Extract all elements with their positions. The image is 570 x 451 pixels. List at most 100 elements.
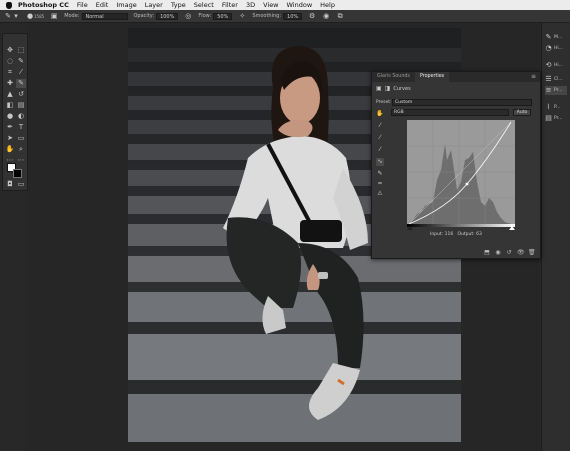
smooth-curve-icon[interactable]: ≈ — [376, 180, 384, 188]
menu-window[interactable]: Window — [287, 0, 313, 10]
visibility-icon[interactable]: 👁 — [517, 249, 525, 256]
clipping-warning-icon[interactable]: ⚠ — [376, 190, 384, 198]
mode-dropdown[interactable]: Normal — [81, 12, 128, 20]
curve-point[interactable] — [465, 182, 469, 186]
menu-image[interactable]: Image — [116, 0, 136, 10]
gradient-tool-icon[interactable]: ▤ — [16, 101, 26, 110]
preset-label: Preset: — [376, 100, 392, 105]
smoothing-options[interactable]: ⚙ — [308, 12, 316, 20]
crop-tool-icon[interactable]: ⌗ — [5, 68, 15, 77]
dock-item-3[interactable]: ⟲ Hi... — [545, 61, 567, 70]
apple-icon[interactable] — [6, 1, 12, 9]
smoothing-field[interactable]: 10% — [283, 12, 303, 20]
dock-item-6[interactable]: ⌇ P... — [545, 103, 567, 112]
panel-tabs: Glaris Sounds Properties ≡ — [372, 72, 540, 82]
panel-footer: ⬒ ◉ ↺ 👁 🗑 — [372, 247, 540, 258]
dock-item-1[interactable]: ✎ M... — [545, 33, 567, 42]
menu-3d[interactable]: 3D — [246, 0, 255, 10]
healing-tool-icon[interactable]: ✚ — [5, 79, 15, 88]
menu-type[interactable]: Type — [171, 0, 186, 10]
input-label: Input: — [430, 232, 444, 237]
menu-file[interactable]: File — [77, 0, 88, 10]
edit-toolbar-icon[interactable]: ⋯ — [16, 156, 26, 165]
curve-points-icon[interactable]: ∿ — [376, 158, 384, 166]
brush-panel-icon: ▣ — [50, 12, 58, 20]
clip-to-layer-icon[interactable]: ⬒ — [484, 249, 490, 256]
type-tool-icon[interactable]: T — [16, 123, 26, 132]
dock-item-7[interactable]: ▤ Pr... — [545, 114, 567, 123]
brush-size-value: 1585 — [34, 13, 45, 19]
tab-glaris-sounds[interactable]: Glaris Sounds — [372, 72, 415, 82]
move-tool-icon[interactable]: ✥ — [5, 46, 15, 55]
menu-edit[interactable]: Edit — [96, 0, 109, 10]
zoom-tool-icon[interactable]: ⌕ — [16, 145, 26, 154]
brush-size-picker[interactable]: ● 1585 — [26, 12, 44, 20]
eyedropper-tool-icon[interactable]: ⁄ — [16, 68, 26, 77]
pencil-draw-icon[interactable]: ✎ — [376, 170, 384, 178]
dock-item-label: Pr... — [554, 88, 563, 93]
history-icon: ⟲ — [545, 61, 552, 69]
view-previous-icon[interactable]: ◉ — [495, 249, 501, 256]
quick-select-icon[interactable]: ✎ — [16, 57, 26, 66]
tool-preset-picker[interactable]: ✎ ▾ — [4, 12, 20, 20]
channel-dropdown[interactable]: RGB — [391, 109, 509, 116]
panel-header: ▣ ◨ Curves — [376, 85, 411, 92]
quick-mask-icon[interactable]: ◘ — [5, 180, 15, 189]
dodge-tool-icon[interactable]: ◐ — [16, 112, 26, 121]
brush-panel-toggle[interactable]: ▣ — [50, 12, 58, 20]
gray-point-eyedropper-icon[interactable]: ⁄ — [376, 134, 384, 142]
pressure-opacity-toggle[interactable]: ◎ — [184, 12, 192, 20]
brush-icon: ✎ — [5, 12, 11, 20]
background-color-swatch[interactable] — [13, 169, 22, 178]
dock-item-4[interactable]: ☰ Cl... — [545, 75, 567, 84]
screen-mode-icon[interactable]: ▭ — [16, 180, 26, 189]
dock-item-label: Pr... — [554, 116, 563, 121]
menu-view[interactable]: View — [263, 0, 278, 10]
dock-item-label: Hi... — [554, 63, 563, 68]
white-point-eyedropper-icon[interactable]: ⁄ — [376, 146, 384, 154]
shape-tool-icon[interactable]: ▭ — [16, 134, 26, 143]
curves-graph[interactable] — [407, 120, 515, 230]
pressure-size-toggle[interactable]: ◉ — [322, 12, 330, 20]
marquee-tool-icon[interactable]: ⬚ — [16, 46, 26, 55]
black-point-eyedropper-icon[interactable]: ⁄ — [376, 122, 384, 130]
preset-dropdown[interactable]: Custom — [392, 99, 532, 106]
mode-label: Mode: — [64, 13, 80, 19]
lasso-tool-icon[interactable]: ◌ — [5, 57, 15, 66]
gradient-strip — [407, 224, 515, 227]
targeted-adjust-icon[interactable]: ✋ — [376, 110, 384, 118]
layer-mask-icon: ◨ — [384, 85, 391, 92]
hand-tool-icon[interactable]: ✋ — [5, 145, 15, 154]
dock-item-5[interactable]: ≡ Pr... — [545, 86, 567, 95]
panel-menu-icon[interactable]: ≡ — [531, 73, 536, 80]
pen-tool-icon[interactable]: ✒ — [5, 123, 15, 132]
auto-button[interactable]: Auto — [513, 109, 531, 116]
menu-select[interactable]: Select — [194, 0, 214, 10]
menu-filter[interactable]: Filter — [222, 0, 238, 10]
path-select-icon[interactable]: ➤ — [5, 134, 15, 143]
dock-item-2[interactable]: ◔ Hi... — [545, 44, 567, 53]
menu-help[interactable]: Help — [320, 0, 335, 10]
airbrush-toggle[interactable]: ✧ — [238, 12, 246, 20]
tab-properties[interactable]: Properties — [414, 72, 450, 82]
symmetry-icon: ⧉ — [337, 12, 343, 20]
input-output-readout: Input: 116 Output: 63 — [430, 232, 482, 237]
blur-tool-icon[interactable]: ● — [5, 112, 15, 121]
input-value: 116 — [444, 232, 454, 237]
opacity-field[interactable]: 100% — [156, 12, 179, 20]
menu-layer[interactable]: Layer — [145, 0, 163, 10]
dock-item-label: Cl... — [554, 77, 563, 82]
menu-bar: Photoshop CC File Edit Image Layer Type … — [0, 0, 570, 10]
brush-tool-icon[interactable]: ✎ — [16, 79, 26, 88]
trash-icon[interactable]: 🗑 — [528, 249, 536, 256]
reset-icon[interactable]: ↺ — [506, 249, 512, 256]
dock-item-label: M... — [554, 35, 563, 40]
menu-app-name[interactable]: Photoshop CC — [18, 0, 69, 10]
stamp-tool-icon[interactable]: ▲ — [5, 90, 15, 99]
histogram-icon: ◔ — [545, 44, 552, 52]
output-value: 63 — [476, 232, 482, 237]
history-brush-icon[interactable]: ↺ — [16, 90, 26, 99]
symmetry-button[interactable]: ⧉ — [336, 12, 344, 20]
flow-field[interactable]: 50% — [213, 12, 233, 20]
eraser-tool-icon[interactable]: ◧ — [5, 101, 15, 110]
